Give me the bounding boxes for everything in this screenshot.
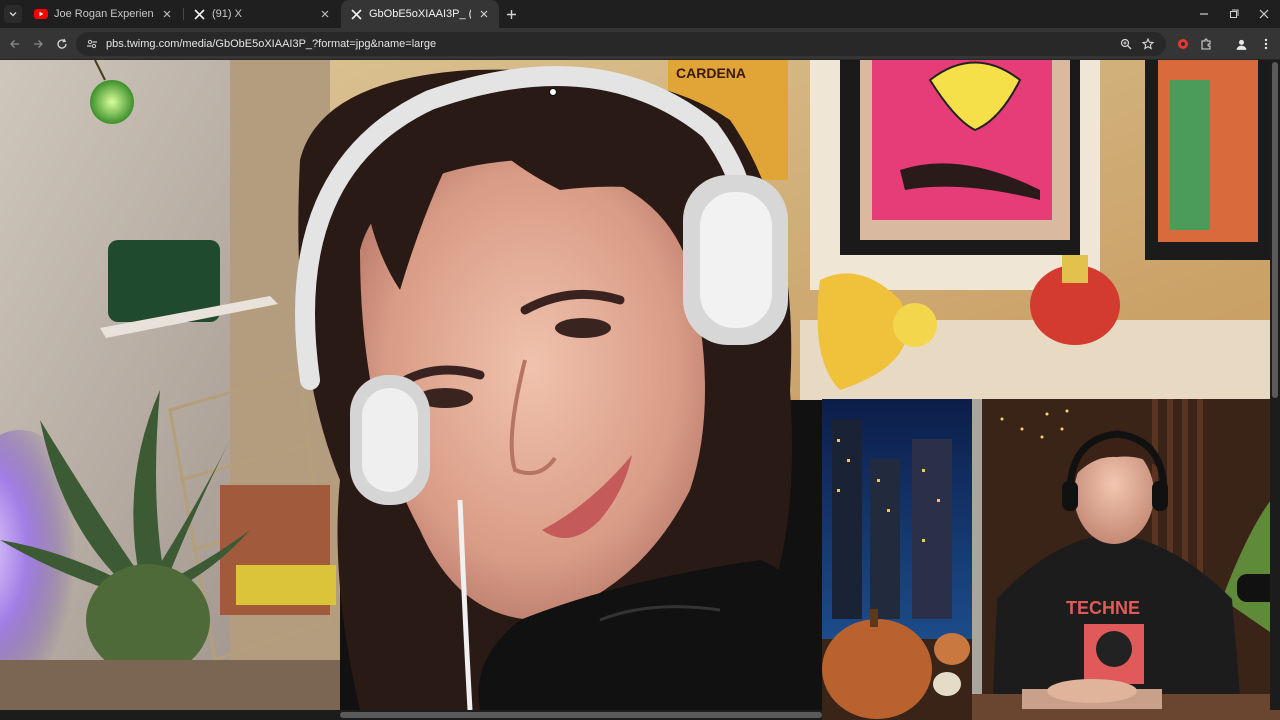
- profile-avatar-icon[interactable]: [1232, 35, 1250, 53]
- poster-text: CARDENA: [676, 65, 746, 81]
- horizontal-scrollbar[interactable]: [0, 710, 822, 720]
- tab-strip: Joe Rogan Experience #2221 - (91) X GbOb…: [0, 0, 1280, 28]
- browser-menu-icon[interactable]: [1257, 35, 1275, 53]
- tab-title: Joe Rogan Experience #2221 -: [54, 8, 154, 20]
- minimize-icon: [1200, 13, 1208, 15]
- tab-title: GbObE5oXIAAI3P_ (1536×2048: [369, 8, 471, 20]
- webcam-overlay: TECHNE: [822, 399, 1280, 720]
- x-logo-icon: [349, 7, 363, 21]
- back-button[interactable]: [6, 35, 24, 53]
- address-bar[interactable]: pbs.twimg.com/media/GbObE5oXIAAI3P_?form…: [76, 32, 1166, 56]
- reload-icon: [57, 38, 67, 49]
- restore-icon: [1230, 9, 1239, 18]
- minimize-button[interactable]: [1188, 0, 1220, 28]
- scrollbar-thumb[interactable]: [1272, 62, 1278, 398]
- image-viewport: CARDENA TECHNE: [0, 60, 1280, 720]
- arrow-left-icon: [10, 40, 19, 48]
- close-window-button[interactable]: [1248, 0, 1280, 28]
- zoom-icon[interactable]: [1118, 36, 1134, 52]
- youtube-icon: [34, 7, 48, 21]
- mouse-cursor: [549, 88, 557, 96]
- bookmark-star-icon[interactable]: [1140, 36, 1156, 52]
- tab-search-button[interactable]: [4, 5, 22, 23]
- tab-close-icon[interactable]: [477, 7, 491, 21]
- close-icon: [1259, 9, 1269, 19]
- url-text: pbs.twimg.com/media/GbObE5oXIAAI3P_?form…: [106, 38, 437, 50]
- tab-joe-rogan[interactable]: Joe Rogan Experience #2221 -: [26, 0, 182, 28]
- tab-x-home[interactable]: (91) X: [184, 0, 340, 28]
- arrow-right-icon: [34, 40, 43, 48]
- vertical-scrollbar[interactable]: [1270, 60, 1280, 710]
- tab-image-active[interactable]: GbObE5oXIAAI3P_ (1536×2048: [341, 0, 499, 28]
- forward-button[interactable]: [29, 35, 47, 53]
- new-tab-button[interactable]: [503, 6, 519, 22]
- shirt-text: TECHNE: [1066, 598, 1140, 618]
- chevron-down-icon: [9, 12, 17, 17]
- restore-button[interactable]: [1218, 0, 1250, 28]
- browser-toolbar: pbs.twimg.com/media/GbObE5oXIAAI3P_?form…: [0, 28, 1280, 60]
- scrollbar-thumb[interactable]: [340, 712, 822, 718]
- x-logo-icon: [192, 7, 206, 21]
- tab-close-icon[interactable]: [318, 7, 332, 21]
- plus-icon: [506, 9, 516, 19]
- extensions-puzzle-icon[interactable]: [1197, 35, 1215, 53]
- extension-red-icon[interactable]: [1174, 35, 1192, 53]
- tab-title: (91) X: [212, 8, 242, 20]
- reload-button[interactable]: [53, 35, 71, 53]
- site-info-icon[interactable]: [84, 36, 100, 52]
- tab-close-icon[interactable]: [160, 7, 174, 21]
